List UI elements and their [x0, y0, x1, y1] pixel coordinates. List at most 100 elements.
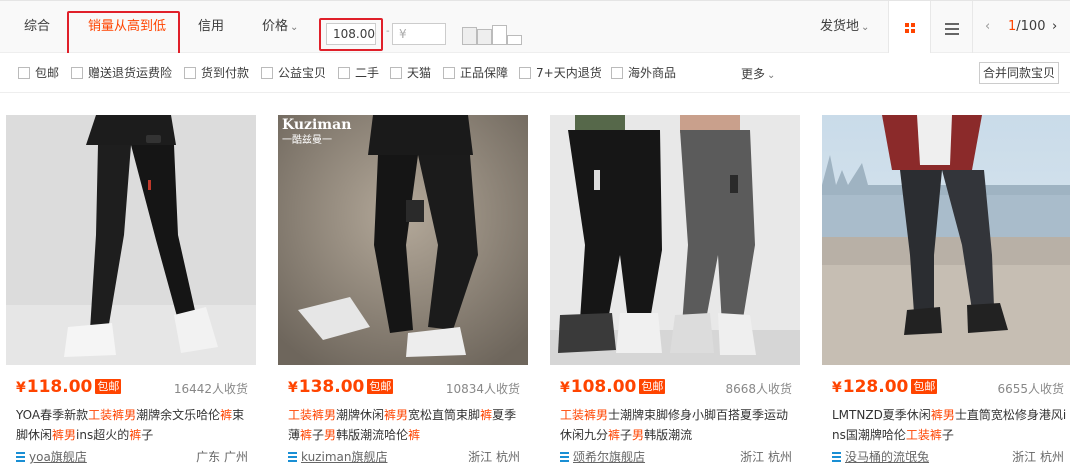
- chevron-down-icon: ⌄: [290, 22, 299, 33]
- price-min-input[interactable]: 108.00: [326, 23, 376, 45]
- product-image[interactable]: [550, 115, 800, 365]
- ship-from-filter[interactable]: 发货地 ⌄: [820, 1, 869, 54]
- product-image[interactable]: [822, 115, 1070, 365]
- title-keyword: 男: [324, 428, 337, 442]
- filter-cod[interactable]: 货到付款: [184, 65, 249, 81]
- shop-name-link[interactable]: kuziman旗舰店: [301, 450, 387, 464]
- price-distribution-icon[interactable]: [462, 23, 524, 45]
- merge-same-items-button[interactable]: 合并同款宝贝: [979, 62, 1059, 84]
- title-keyword: 男: [632, 428, 645, 442]
- shop-icon: [560, 452, 569, 462]
- location: 浙江 杭州: [740, 450, 792, 464]
- currency-symbol: ¥: [288, 380, 298, 396]
- filter-bar: 包邮 赠送退货运费险 货到付款 公益宝贝 二手 天猫 正品保障 7+天内退货 海…: [0, 53, 1070, 93]
- price-row: ¥138.00 包邮 10834人收货: [288, 377, 520, 399]
- title-keyword: 裤男: [52, 428, 77, 442]
- sort-tab-overall[interactable]: 综合: [24, 1, 50, 53]
- checkbox[interactable]: [338, 67, 350, 79]
- price: ¥138.00 包邮: [288, 377, 394, 397]
- checkbox[interactable]: [71, 67, 83, 79]
- title-keyword: 工装裤男: [288, 408, 337, 422]
- title-text: 韩版潮流哈伦: [336, 428, 409, 442]
- sort-tab-credit[interactable]: 信用: [198, 1, 224, 53]
- title-text: 韩版潮流: [644, 428, 693, 442]
- price-value: 128.00: [842, 377, 909, 397]
- checkbox[interactable]: [261, 67, 273, 79]
- product-title[interactable]: LMTNZD夏季休闲裤男士直筒宽松修身港风ins国潮牌哈伦工装裤子: [832, 405, 1070, 445]
- checkbox[interactable]: [184, 67, 196, 79]
- shop-row: 颂希尔旗舰店 浙江 杭州: [560, 448, 792, 465]
- sales-count: 16442人收货: [173, 382, 248, 396]
- checkbox[interactable]: [519, 67, 531, 79]
- grid-view-button[interactable]: [888, 1, 930, 53]
- filter-label: 海外商品: [628, 66, 677, 80]
- title-keyword: 裤男: [384, 408, 409, 422]
- product-title[interactable]: 工装裤男潮牌休闲裤男宽松直筒束脚裤夏季薄裤子男韩版潮流哈伦裤: [288, 405, 528, 445]
- title-keyword: 工装裤: [905, 428, 942, 442]
- next-page-icon[interactable]: ›: [1052, 19, 1057, 34]
- filter-label: 正品保障: [460, 66, 509, 80]
- product-card[interactable]: ¥108.00 包邮 8668人收货 工装裤男士潮牌束脚修身小脚百搭夏季运动休闲九…: [550, 115, 800, 475]
- title-text: 宽松直筒束脚: [408, 408, 481, 422]
- filter-charity[interactable]: 公益宝贝: [261, 65, 326, 81]
- title-keyword: 裤: [608, 428, 621, 442]
- price-row: ¥108.00 包邮 8668人收货: [560, 377, 792, 399]
- shop-name-link[interactable]: 颂希尔旗舰店: [573, 450, 645, 464]
- title-keyword: 工装裤男: [560, 408, 609, 422]
- checkbox[interactable]: [443, 67, 455, 79]
- title-text: LMTNZD夏季休闲: [832, 408, 931, 422]
- title-keyword: 裤: [480, 408, 493, 422]
- product-title[interactable]: 工装裤男士潮牌束脚修身小脚百搭夏季运动休闲九分裤子男韩版潮流: [560, 405, 800, 445]
- list-view-button[interactable]: [930, 1, 972, 53]
- brand-watermark-sub: 一酷兹曼一: [282, 135, 332, 146]
- filter-label: 公益宝贝: [278, 66, 327, 80]
- product-card[interactable]: Kuziman 一酷兹曼一 ¥138.00 包邮 10834人收货 工装裤男潮牌休…: [278, 115, 528, 475]
- price-max-input[interactable]: ¥: [392, 23, 446, 45]
- title-text: 子: [312, 428, 325, 442]
- product-image[interactable]: Kuziman 一酷兹曼一: [278, 115, 528, 365]
- price-value: 138.00: [298, 377, 365, 397]
- product-card[interactable]: ¥118.00 包邮 16442人收货 YOA春季新款工装裤男潮牌余文乐哈伦裤束脚…: [6, 115, 256, 475]
- filter-label: 货到付款: [201, 66, 250, 80]
- filter-overseas[interactable]: 海外商品: [611, 65, 676, 81]
- shop-row: 没马桶的流氓兔 浙江 杭州: [832, 448, 1064, 465]
- location: 浙江 杭州: [468, 450, 520, 464]
- pager-text: 1/100: [1008, 1, 1045, 53]
- title-keyword: 裤: [129, 428, 142, 442]
- price-row: ¥118.00 包邮 16442人收货: [16, 377, 248, 399]
- currency-symbol: ¥: [16, 380, 26, 396]
- filter-label: 7+天内退货: [536, 66, 602, 80]
- shop-name-link[interactable]: yoa旗舰店: [29, 450, 87, 464]
- sort-tab-sales-desc[interactable]: 销量从高到低: [88, 1, 166, 53]
- filter-7day-return[interactable]: 7+天内退货: [519, 65, 602, 81]
- free-shipping-badge: 包邮: [911, 379, 938, 394]
- price-row: ¥128.00 包邮 6655人收货: [832, 377, 1064, 399]
- product-title[interactable]: YOA春季新款工装裤男潮牌余文乐哈伦裤束脚休闲裤男ins超火的裤子: [16, 405, 256, 445]
- currency-symbol: ¥: [832, 380, 842, 396]
- title-keyword: 工装裤男: [88, 408, 137, 422]
- checkbox[interactable]: [611, 67, 623, 79]
- shop-icon: [832, 452, 841, 462]
- shop-icon: [16, 452, 25, 462]
- checkbox[interactable]: [18, 67, 30, 79]
- checkbox[interactable]: [390, 67, 402, 79]
- shop-name-link[interactable]: 没马桶的流氓兔: [845, 450, 929, 464]
- free-shipping-badge: 包邮: [367, 379, 394, 394]
- filter-second-hand[interactable]: 二手: [338, 65, 379, 81]
- price: ¥118.00 包邮: [16, 377, 122, 397]
- product-image[interactable]: [6, 115, 256, 365]
- sort-tab-price[interactable]: 价格 ⌄: [262, 1, 298, 53]
- shop-row: yoa旗舰店 广东 广州: [16, 448, 248, 465]
- sort-tab-price-label: 价格: [262, 19, 289, 34]
- pager-total: /100: [1016, 19, 1046, 34]
- price-range-dash: -: [386, 26, 390, 37]
- filter-return-insurance[interactable]: 赠送退货运费险: [71, 65, 172, 81]
- product-card[interactable]: ¥128.00 包邮 6655人收货 LMTNZD夏季休闲裤男士直筒宽松修身港风i…: [822, 115, 1070, 475]
- filter-genuine[interactable]: 正品保障: [443, 65, 508, 81]
- prev-page-icon[interactable]: ‹: [985, 19, 990, 34]
- more-filters-button[interactable]: 更多 ⌄: [741, 65, 775, 82]
- filter-tmall[interactable]: 天猫: [390, 65, 431, 81]
- sales-count: 6655人收货: [997, 382, 1064, 396]
- filter-free-shipping[interactable]: 包邮: [18, 65, 59, 81]
- title-text: ins超火的: [76, 428, 130, 442]
